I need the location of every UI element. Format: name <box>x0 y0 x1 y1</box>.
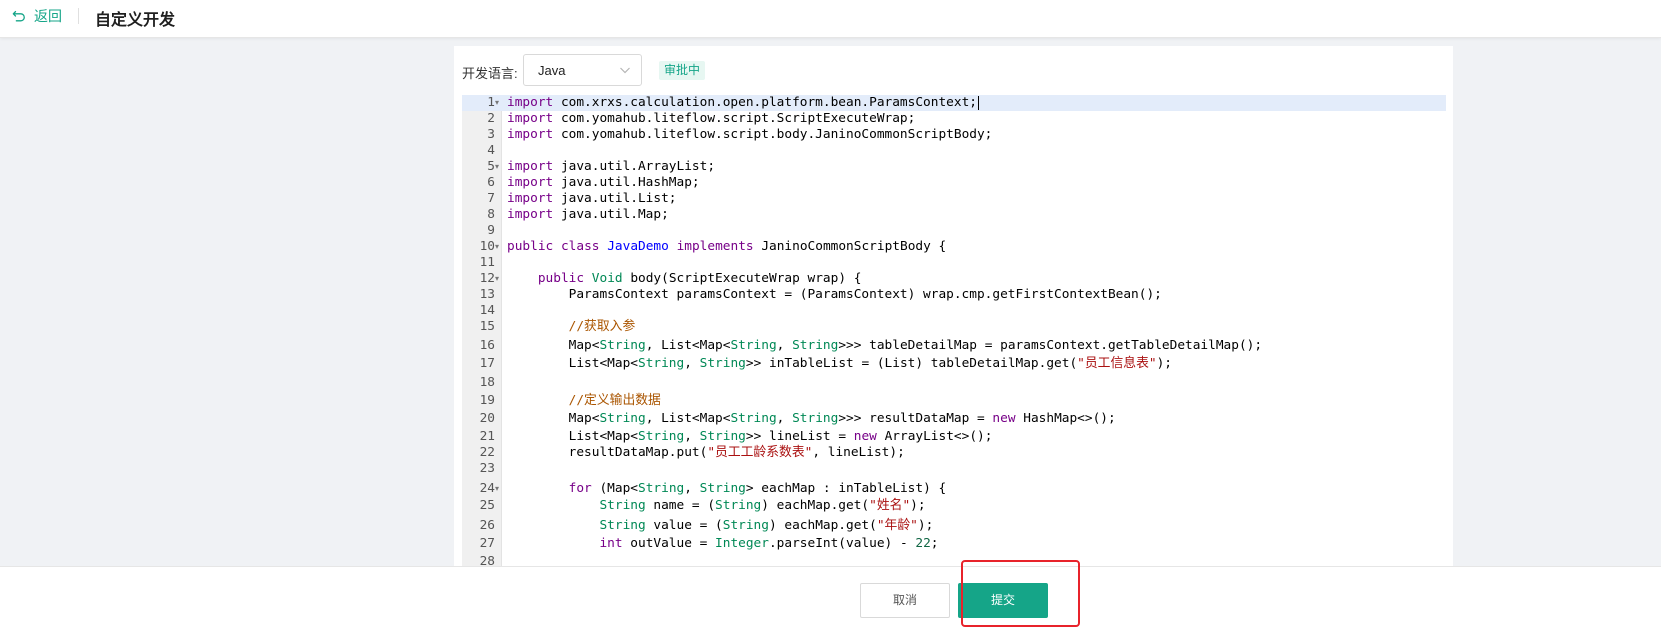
fold-triangle-icon[interactable]: ▾ <box>492 159 502 175</box>
line-number: 10 <box>479 239 495 254</box>
code-text: String value = (String) eachMap.get("年龄"… <box>599 518 934 533</box>
code-line[interactable]: 21 List<Map<String, String>> lineList = … <box>462 429 1446 445</box>
code-text: import java.util.ArrayList; <box>507 159 716 174</box>
code-line[interactable]: 9 <box>462 223 1446 239</box>
line-number: 21 <box>479 429 495 444</box>
footer-bar: 取消 提交 <box>0 566 1661 633</box>
code-text: public class JavaDemo implements JaninoC… <box>507 239 947 254</box>
line-number: 4 <box>487 143 495 158</box>
top-bar: 返回 自定义开发 <box>0 0 1661 38</box>
line-number: 11 <box>479 255 495 270</box>
code-text: ParamsContext paramsContext = (ParamsCon… <box>507 287 1162 302</box>
line-number: 22 <box>479 445 495 460</box>
code-line[interactable]: 22 resultDataMap.put("员工工龄系数表", lineList… <box>462 445 1446 461</box>
code-line[interactable]: 18 <box>462 375 1446 391</box>
line-number: 7 <box>487 191 495 206</box>
chevron-down-icon <box>620 67 630 74</box>
code-line[interactable]: 1 ▾ import com.xrxs.calculation.open.platf… <box>462 95 1446 111</box>
code-line[interactable]: 6 import java.util.HashMap; <box>462 175 1446 191</box>
code-line[interactable]: 3 import com.yomahub.liteflow.script.body… <box>462 127 1446 143</box>
language-label: 开发语言: <box>462 66 518 81</box>
code-line[interactable]: 14 <box>462 303 1446 319</box>
fold-triangle-icon[interactable]: ▾ <box>492 95 502 111</box>
line-number: 17 <box>479 356 495 371</box>
code-line[interactable]: 15 //获取入参 <box>462 319 1446 335</box>
line-number: 6 <box>487 175 495 190</box>
code-line[interactable]: 13 ParamsContext paramsContext = (Params… <box>462 287 1446 303</box>
code-line[interactable]: 25 String name = (String) eachMap.get("姓… <box>462 498 1446 514</box>
code-text: Map<String, List<Map<String, String>>> t… <box>507 338 1263 353</box>
line-number: 19 <box>479 393 495 408</box>
code-line[interactable]: 17 List<Map<String, String>> inTableList… <box>462 356 1446 372</box>
line-number: 12 <box>479 271 495 286</box>
submit-button[interactable]: 提交 <box>958 583 1048 618</box>
code-line[interactable]: 4 <box>462 143 1446 159</box>
fold-triangle-icon[interactable]: ▾ <box>492 481 502 497</box>
line-number: 5 <box>487 159 495 174</box>
code-line[interactable]: 12 ▾ public Void body(ScriptExecuteWrap w… <box>462 271 1446 287</box>
line-number: 24 <box>479 481 495 496</box>
code-text: import com.yomahub.liteflow.script.body.… <box>507 127 993 142</box>
line-number: 8 <box>487 207 495 222</box>
code-line[interactable]: 28 <box>462 554 1446 566</box>
line-number: 28 <box>479 554 495 566</box>
editor-panel: 开发语言: Java 审批中 1 ▾ import com.xrxs.calcula… <box>454 46 1453 566</box>
code-line[interactable]: 10 ▾ public class JavaDemo implements Jani… <box>462 239 1446 255</box>
code-text: Map<String, List<Map<String, String>>> r… <box>507 411 1116 426</box>
language-select-value: Java <box>538 63 566 78</box>
language-select[interactable]: Java <box>523 54 642 86</box>
code-line[interactable]: 5 ▾ import java.util.ArrayList; <box>462 159 1446 175</box>
line-number: 2 <box>487 111 495 126</box>
code-line[interactable]: 26 String value = (String) eachMap.get("… <box>462 518 1446 534</box>
page-title: 自定义开发 <box>95 12 176 29</box>
code-text: import com.xrxs.calculation.open.platfor… <box>507 95 979 110</box>
code-line[interactable]: 7 import java.util.List; <box>462 191 1446 207</box>
line-number: 3 <box>487 127 495 142</box>
code-text: public Void body(ScriptExecuteWrap wrap)… <box>537 271 862 286</box>
line-number: 9 <box>487 223 495 238</box>
line-number: 23 <box>479 461 495 476</box>
code-text: import java.util.Map; <box>507 207 669 222</box>
cancel-button[interactable]: 取消 <box>860 583 950 618</box>
header-divider <box>78 8 79 24</box>
line-number: 16 <box>479 338 495 353</box>
back-label: 返回 <box>34 8 62 24</box>
code-text: import com.yomahub.liteflow.script.Scrip… <box>507 111 916 126</box>
code-text: List<Map<String, String>> inTableList = … <box>507 356 1172 371</box>
code-line[interactable]: 11 <box>462 255 1446 271</box>
code-text: import java.util.HashMap; <box>507 175 700 190</box>
code-text: List<Map<String, String>> lineList = new… <box>507 429 993 444</box>
line-number: 18 <box>479 375 495 390</box>
code-line[interactable]: 23 <box>462 461 1446 477</box>
line-number: 13 <box>479 287 495 302</box>
line-number: 1 <box>487 95 495 110</box>
line-number: 27 <box>479 536 495 551</box>
code-line[interactable]: 8 import java.util.Map; <box>462 207 1446 223</box>
code-text: resultDataMap.put("员工工龄系数表", lineList); <box>507 445 905 460</box>
line-number: 26 <box>479 518 495 533</box>
code-text: import java.util.List; <box>507 191 677 206</box>
line-number: 25 <box>479 498 495 513</box>
code-editor[interactable]: 1 ▾ import com.xrxs.calculation.open.platf… <box>462 95 1446 566</box>
fold-triangle-icon[interactable]: ▾ <box>492 239 502 255</box>
code-text: //获取入参 <box>568 319 636 334</box>
code-text: int outValue = Integer.parseInt(value) -… <box>599 536 939 551</box>
text-cursor <box>977 95 979 110</box>
code-text: //定义输出数据 <box>568 393 661 408</box>
back-button[interactable]: 返回 <box>12 6 62 26</box>
code-text: String name = (String) eachMap.get("姓名")… <box>599 498 926 513</box>
code-line[interactable]: 2 import com.yomahub.liteflow.script.Scri… <box>462 111 1446 127</box>
line-number: 14 <box>479 303 495 318</box>
fold-triangle-icon[interactable]: ▾ <box>492 271 502 287</box>
status-badge: 审批中 <box>659 61 706 80</box>
code-line[interactable]: 27 int outValue = Integer.parseInt(value… <box>462 536 1446 552</box>
code-text: for (Map<String, String> eachMap : inTab… <box>568 481 947 496</box>
code-line[interactable]: 20 Map<String, List<Map<String, String>>… <box>462 411 1446 427</box>
undo-arrow-icon <box>12 10 25 22</box>
line-number: 20 <box>479 411 495 426</box>
code-line[interactable]: 16 Map<String, List<Map<String, String>>… <box>462 338 1446 354</box>
code-line[interactable]: 24 ▾ for (Map<String, String> eachMap : i… <box>462 481 1446 497</box>
line-number: 15 <box>479 319 495 334</box>
code-line[interactable]: 19 //定义输出数据 <box>462 393 1446 409</box>
